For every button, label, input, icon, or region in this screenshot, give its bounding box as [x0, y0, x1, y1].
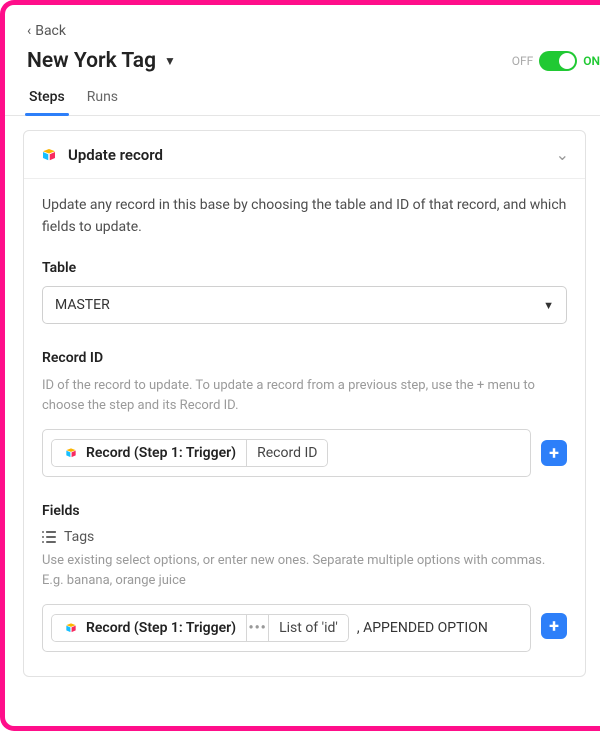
- record-id-label: Record ID: [42, 350, 567, 366]
- caret-down-icon: ▼: [164, 54, 176, 68]
- fields-label: Fields: [42, 503, 567, 519]
- tags-suffix-text: , APPENDED OPTION: [357, 620, 488, 636]
- enabled-toggle[interactable]: [539, 51, 577, 71]
- tab-steps[interactable]: Steps: [27, 83, 67, 115]
- multiselect-icon: [42, 531, 56, 543]
- back-link[interactable]: ‹ Back: [5, 23, 600, 47]
- record-id-input[interactable]: Record (Step 1: Trigger) Record ID: [42, 429, 531, 477]
- add-token-button[interactable]: +: [541, 440, 567, 466]
- airtable-icon: [62, 446, 80, 460]
- caret-down-icon: ▼: [543, 299, 554, 312]
- page-title: New York Tag: [27, 49, 156, 73]
- field-name-tags: Tags: [64, 529, 94, 545]
- table-select[interactable]: MASTER ▼: [42, 286, 567, 324]
- token-menu-button[interactable]: •••: [246, 615, 268, 641]
- token-source: Record (Step 1: Trigger): [86, 445, 236, 461]
- table-label: Table: [42, 260, 567, 276]
- token-field: Record ID: [246, 440, 327, 466]
- back-label: Back: [35, 23, 66, 39]
- tags-input[interactable]: Record (Step 1: Trigger) ••• List of 'id…: [42, 604, 531, 652]
- toggle-off-label: OFF: [512, 54, 534, 68]
- step-description: Update any record in this base by choosi…: [42, 195, 567, 238]
- tags-token[interactable]: Record (Step 1: Trigger) ••• List of 'id…: [51, 614, 349, 642]
- automation-title-dropdown[interactable]: New York Tag ▼: [27, 49, 176, 73]
- airtable-icon: [62, 621, 80, 635]
- record-id-help: ID of the record to update. To update a …: [42, 376, 567, 415]
- step-header[interactable]: Update record ⌄: [24, 131, 585, 179]
- chevron-left-icon: ‹: [27, 23, 31, 39]
- tags-help: Use existing select options, or enter ne…: [42, 551, 567, 590]
- toggle-on-label: ON: [583, 54, 600, 68]
- step-title: Update record: [68, 146, 163, 164]
- token-source: Record (Step 1: Trigger): [86, 620, 236, 636]
- airtable-icon: [40, 146, 58, 164]
- chevron-down-icon: ⌄: [556, 145, 569, 164]
- tab-runs[interactable]: Runs: [85, 83, 120, 115]
- token-field: List of 'id': [268, 615, 348, 641]
- record-id-token[interactable]: Record (Step 1: Trigger) Record ID: [51, 439, 328, 467]
- table-value: MASTER: [55, 297, 110, 313]
- add-token-button[interactable]: +: [541, 613, 567, 639]
